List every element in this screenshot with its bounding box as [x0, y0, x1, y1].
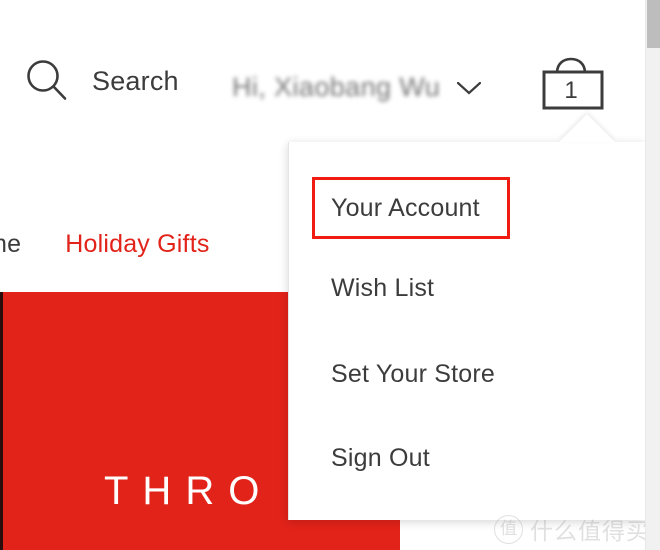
hero-title: THRO: [104, 469, 274, 513]
account-greeting-button[interactable]: Hi, Xiaobang Wu: [232, 72, 482, 103]
menu-item-set-your-store[interactable]: Set Your Store: [331, 360, 495, 389]
cart-item-count: 1: [564, 77, 578, 104]
dropdown-arrow-pointer: [559, 114, 615, 142]
nav-item-holiday-gifts[interactable]: Holiday Gifts: [65, 230, 209, 259]
chevron-down-icon[interactable]: [440, 80, 482, 96]
nav-item-home[interactable]: ome: [0, 230, 21, 259]
menu-item-wish-list[interactable]: Wish List: [331, 274, 434, 303]
account-dropdown-panel: Your Account Wish List Set Your Store Si…: [288, 114, 645, 520]
search-icon[interactable]: [24, 58, 70, 104]
hero-left-edge: [0, 292, 3, 550]
page-viewport: Search Hi, Xiaobang Wu 1 e Holiday Gifts…: [0, 0, 645, 550]
menu-item-your-account[interactable]: Your Account: [331, 194, 480, 223]
search-label[interactable]: Search: [92, 66, 179, 97]
page-root: Search Hi, Xiaobang Wu 1 e Holiday Gifts…: [0, 0, 660, 550]
search-control[interactable]: Search: [24, 58, 179, 104]
scrollbar-thumb[interactable]: [647, 0, 660, 48]
cart-button[interactable]: 1: [540, 56, 606, 114]
menu-item-sign-out[interactable]: Sign Out: [331, 444, 430, 473]
vertical-scrollbar[interactable]: [645, 0, 660, 550]
site-header: Search Hi, Xiaobang Wu 1: [0, 0, 645, 140]
account-greeting-name: Hi, Xiaobang Wu: [232, 72, 441, 102]
